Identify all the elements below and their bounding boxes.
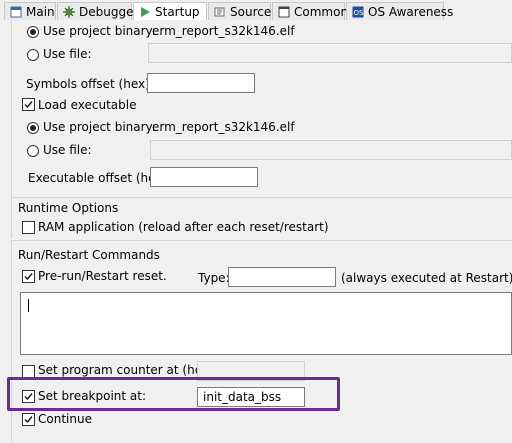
run-restart-title: Run/Restart Commands	[18, 248, 160, 262]
tab-common[interactable]: Common	[272, 2, 349, 20]
group-separator	[11, 197, 512, 198]
reset-type-label: Type:	[198, 271, 230, 285]
symbols-use-project-binary-label: Use project binary:	[43, 24, 156, 38]
text-cursor	[28, 299, 29, 312]
ram-application-checkbox[interactable]	[22, 221, 35, 234]
symbols-file-input[interactable]	[148, 43, 512, 63]
symbols-offset-input[interactable]	[147, 73, 255, 93]
always-executed-note: (always executed at Restart)	[341, 271, 512, 285]
tab-label: Startup	[155, 5, 200, 19]
os-awareness-icon: OS	[352, 6, 364, 18]
symbols-project-binary-value: erm_report_s32k146.elf	[152, 24, 295, 38]
group-border	[11, 241, 12, 443]
highlight-box	[7, 377, 340, 411]
continue-checkbox[interactable]	[22, 413, 35, 426]
ram-application-label: RAM application (reload after each reset…	[38, 220, 329, 234]
prerun-restart-checkbox[interactable]	[22, 270, 35, 283]
checkmark-icon	[24, 101, 33, 109]
exec-offset-input[interactable]	[150, 167, 258, 187]
reset-type-input[interactable]	[228, 267, 336, 287]
tab-label: Main	[26, 4, 55, 19]
tab-debugger[interactable]: Debugger	[57, 2, 138, 20]
tab-label: OS Awareness	[368, 4, 454, 19]
tab-main[interactable]: Main	[4, 2, 56, 20]
group-separator	[11, 240, 512, 241]
continue-label: Continue	[38, 412, 92, 426]
load-executable-checkbox[interactable]	[22, 98, 35, 111]
exec-file-input[interactable]	[150, 140, 512, 160]
source-icon	[214, 6, 226, 18]
group-border	[11, 198, 12, 238]
common-icon	[278, 6, 290, 18]
load-executable-label: Load executable	[38, 98, 137, 112]
symbols-use-project-binary-radio[interactable]	[27, 26, 39, 38]
symbols-offset-label: Symbols offset (hex):	[26, 77, 154, 91]
main-tab-icon	[10, 6, 22, 18]
group-border	[11, 20, 12, 205]
run-commands-textarea[interactable]	[20, 292, 512, 355]
tab-label: Debugger	[79, 4, 139, 19]
tab-label: Source	[230, 4, 272, 19]
tab-source[interactable]: Source	[208, 2, 271, 20]
runtime-options-title: Runtime Options	[18, 201, 119, 215]
exec-use-file-label: Use file:	[43, 143, 92, 157]
set-pc-label: Set program counter at (hex):	[38, 363, 218, 377]
checkmark-icon	[24, 273, 33, 281]
exec-use-project-binary-radio[interactable]	[27, 122, 39, 134]
prerun-restart-label: Pre-run/Restart reset.	[38, 269, 167, 283]
tab-startup[interactable]: Startup	[133, 2, 207, 21]
checkmark-icon	[24, 416, 33, 424]
tab-label: Common	[294, 4, 349, 19]
exec-use-file-radio[interactable]	[27, 145, 39, 157]
startup-play-icon	[139, 6, 151, 18]
exec-use-project-binary-label: Use project binary:	[43, 120, 156, 134]
exec-project-binary-value: erm_report_s32k146.elf	[152, 120, 295, 134]
svg-text:OS: OS	[354, 9, 365, 17]
symbols-use-file-radio[interactable]	[27, 49, 39, 61]
debugger-icon	[63, 5, 75, 18]
symbols-use-file-label: Use file:	[43, 47, 92, 61]
tab-os-awareness[interactable]: OS OS Awareness	[346, 2, 453, 20]
